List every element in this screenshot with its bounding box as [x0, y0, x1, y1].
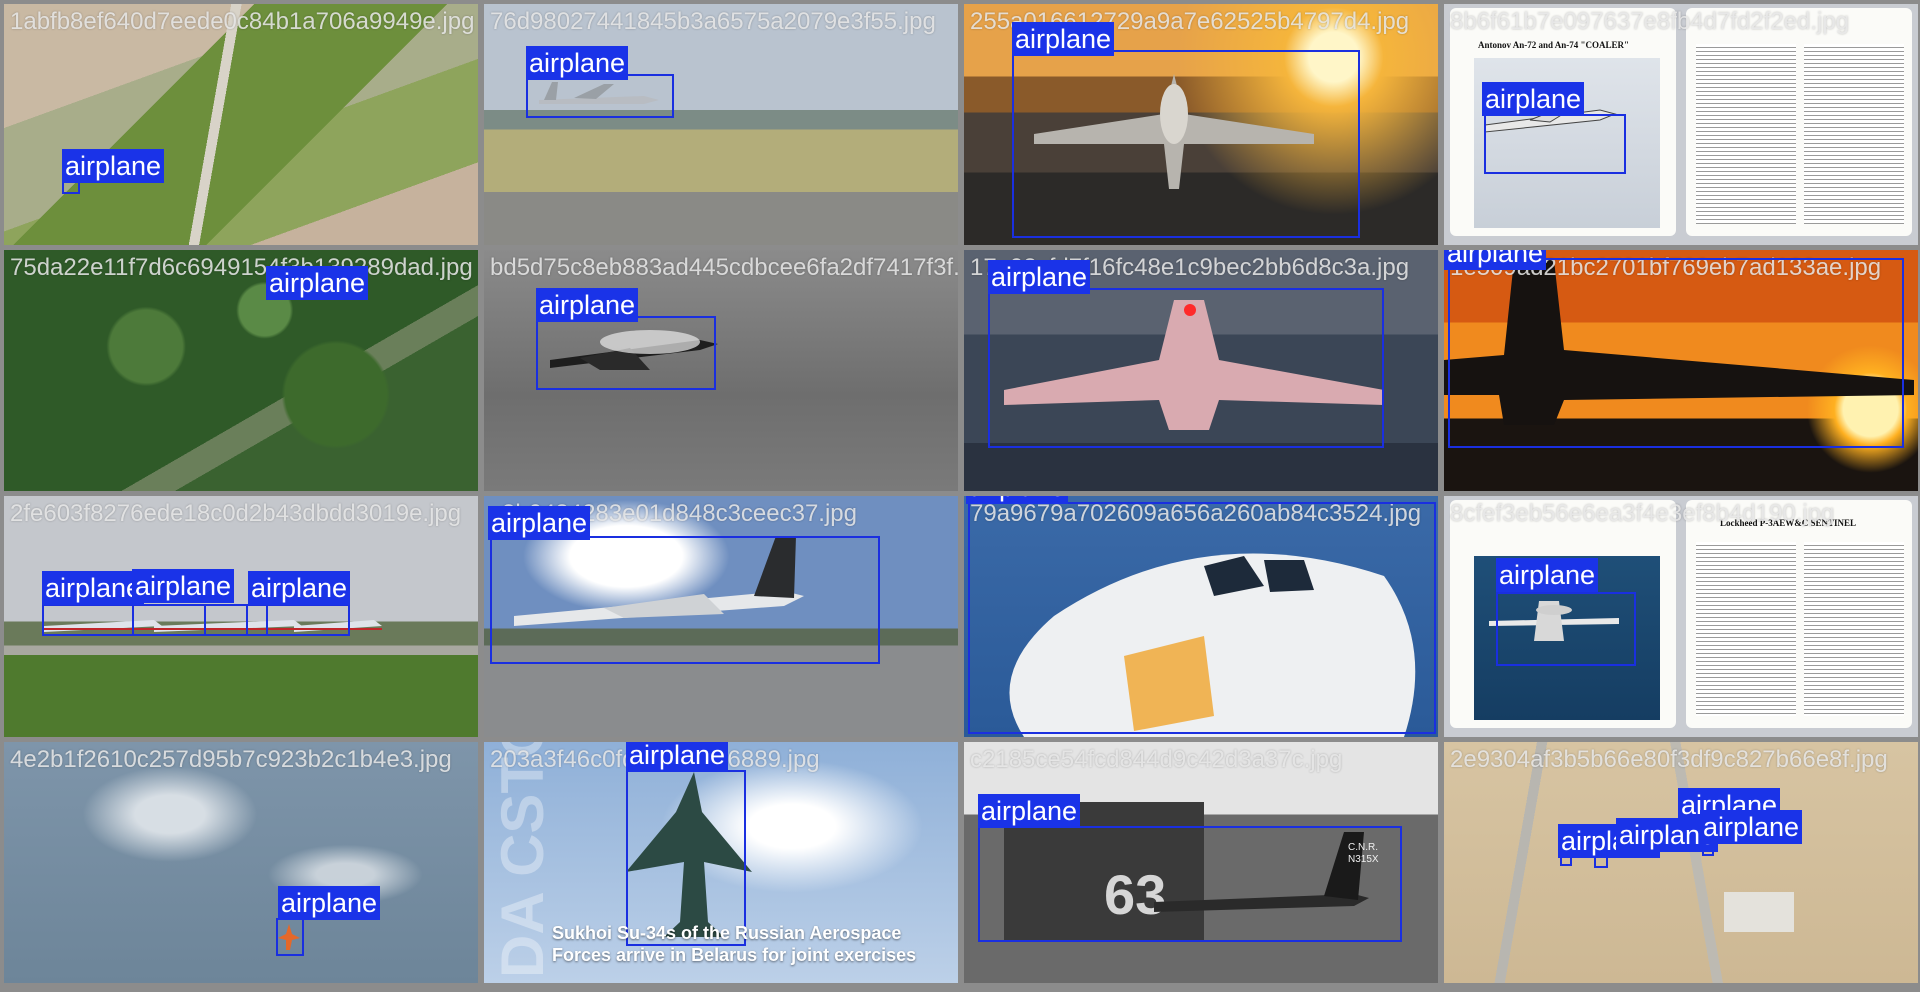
detection-box[interactable]	[1448, 258, 1904, 448]
mosaic-tile-14[interactable]: DA CSTO Sukhoi Su-34s of the Russian Aer…	[484, 742, 958, 983]
detection-label: airplane	[132, 569, 235, 603]
apron-buildings	[1724, 892, 1794, 932]
detection-box[interactable]	[968, 502, 1436, 734]
mosaic-tile-16[interactable]: 2e9304af3b5b66e80f3df9c827b66e8f.jpg air…	[1444, 742, 1918, 983]
mosaic-tile-5[interactable]: 75da22e11f7d6c6949154f3b139289dad.jpg ai…	[4, 250, 478, 491]
aerial-desert-airfield-image	[1444, 742, 1918, 983]
detection-label: airplane	[488, 506, 591, 540]
mosaic-tile-12[interactable]: Lockheed P-3AEW&C SENTINEL 8cfef3eb56e6e…	[1444, 496, 1918, 737]
detection-label: airplane	[626, 742, 729, 772]
detection-label: airplane	[1012, 22, 1115, 56]
mosaic-tile-6[interactable]: bd5d75c8eb883ad445cdbcee6fa2df7417f3f.jp…	[484, 250, 958, 491]
detection-label: airplane	[526, 46, 629, 80]
detection-box[interactable]	[276, 918, 304, 956]
detection-box[interactable]	[978, 826, 1402, 942]
detection-box[interactable]	[526, 74, 674, 118]
image-filename: 75da22e11f7d6c6949154f3b139289dad.jpg	[10, 254, 473, 281]
mosaic-tile-1[interactable]: 1abfb8ef640d7eede0c84b1a706a9949e.jpg ai…	[4, 4, 478, 245]
detection-box[interactable]	[246, 604, 350, 636]
watermark-text: DA CSTO	[489, 742, 556, 978]
detection-label: airplane	[248, 571, 351, 605]
runway-image	[484, 4, 958, 245]
image-filename: 1abfb8ef640d7eede0c84b1a706a9949e.jpg	[10, 8, 475, 35]
detection-label: airplane	[1444, 250, 1547, 270]
detection-label: airplane	[536, 288, 639, 322]
aerial-forest-image	[4, 250, 478, 491]
detection-box[interactable]	[536, 316, 716, 390]
detection-box[interactable]	[626, 770, 746, 946]
news-caption: Sukhoi Su-34s of the Russian Aerospace F…	[552, 923, 917, 965]
detection-label: airplane	[1700, 810, 1803, 844]
detection-label: airplane	[988, 260, 1091, 294]
detection-box[interactable]	[1012, 50, 1360, 238]
detection-label: airplane	[1496, 558, 1599, 592]
detection-label: airplane	[966, 496, 1069, 504]
mosaic-tile-15[interactable]: 63 C.N.R. N315X c2185ce54fcd844d9c42d3a3…	[964, 742, 1438, 983]
detection-box[interactable]	[1484, 114, 1626, 174]
mosaic-tile-3[interactable]: 255a016612729a9a7e62525b4797d4.jpg airpl…	[964, 4, 1438, 245]
mosaic-tile-8[interactable]: 1e509ad21bc2701bf769eb7ad133ae.jpg airpl…	[1444, 250, 1918, 491]
mosaic-tile-9[interactable]: 2fe603f8276ede18c0d2b43dbdd3019e.jpg air…	[4, 496, 478, 737]
mosaic-tile-11[interactable]: 79a9679a702609a656a260ab84c3524.jpg airp…	[964, 496, 1438, 737]
image-filename: 76d98027441845b3a6575a2079e3f55.jpg	[490, 8, 936, 35]
image-filename: 2e9304af3b5b66e80f3df9c827b66e8f.jpg	[1450, 746, 1888, 773]
detection-box[interactable]	[1496, 592, 1636, 666]
detection-label: airplane	[278, 886, 381, 920]
image-filename: 8b6f61b7e097637e8fb4d7fd2f2ed.jpg	[1450, 8, 1850, 35]
image-filename: 2fe603f8276ede18c0d2b43dbdd3019e.jpg	[10, 500, 462, 527]
detection-label: airplane	[42, 571, 145, 605]
mosaic-tile-4[interactable]: Antonov An-72 and An-74 "COALER" 8b6f61b…	[1444, 4, 1918, 245]
detection-label: airplane	[1482, 82, 1585, 116]
detection-label: airplane	[978, 794, 1081, 828]
image-filename: bd5d75c8eb883ad445cdbcee6fa2df7417f3f.jp…	[490, 254, 958, 281]
detection-label: airplane	[266, 266, 369, 300]
document-title: Antonov An-72 and An-74 "COALER"	[1478, 40, 1630, 50]
detection-box[interactable]	[490, 536, 880, 664]
mosaic-tile-2[interactable]: 76d98027441845b3a6575a2079e3f55.jpg airp…	[484, 4, 958, 245]
mosaic-tile-7[interactable]: 17e98cfd7f16fc48e1c9bec2bb6d8c3a.jpg air…	[964, 250, 1438, 491]
image-filename: 4e2b1f2610c257d95b7c923b2c1b4e3.jpg	[10, 746, 452, 773]
image-filename: 8cfef3eb56e6ea3f4e3ef8b4d190.jpg	[1450, 500, 1835, 527]
mosaic-tile-13[interactable]: 4e2b1f2610c257d95b7c923b2c1b4e3.jpg airp…	[4, 742, 478, 983]
image-filename: c2185ce54fcd844d9c42d3a37c.jpg	[970, 746, 1343, 773]
detection-label: airplane	[62, 149, 165, 183]
detection-box[interactable]	[988, 288, 1384, 448]
mosaic-tile-10[interactable]: c3b0484283e01d848c3ceec37.jpg airplane	[484, 496, 958, 737]
smoke-trail-image	[4, 742, 478, 983]
